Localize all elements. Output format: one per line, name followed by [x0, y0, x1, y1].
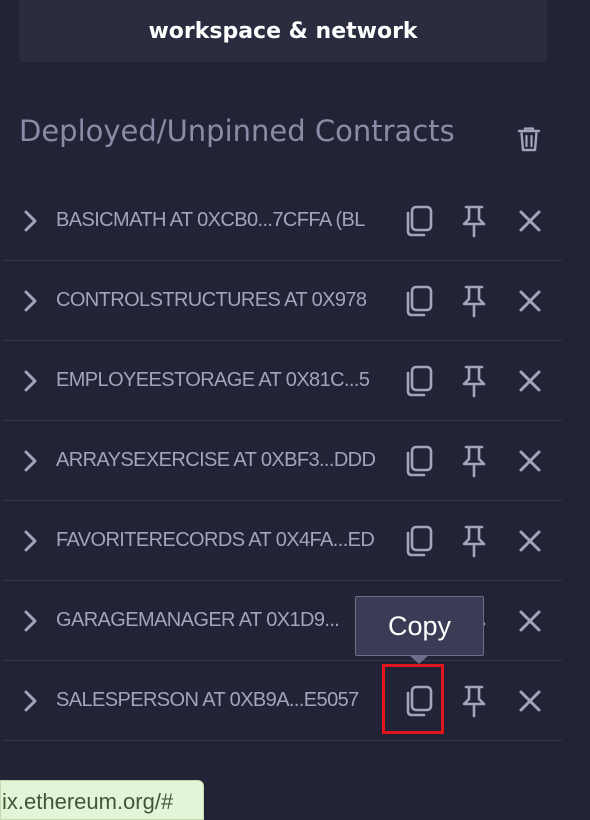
close-icon[interactable] [513, 284, 547, 318]
chevron-right-icon[interactable] [20, 448, 40, 474]
contract-label[interactable]: SALESPERSON AT 0XB9A...E5057 [56, 689, 386, 712]
pin-icon[interactable] [457, 684, 491, 718]
contract-row[interactable]: BASICMATH AT 0XCB0...7CFFA (BL [4, 181, 562, 261]
banner-text: workspace & network [148, 18, 418, 44]
tooltip-arrow [409, 655, 429, 664]
contract-row[interactable]: EMPLOYEESTORAGE AT 0X81C...5 [4, 341, 562, 421]
pin-icon[interactable] [457, 524, 491, 558]
chevron-right-icon[interactable] [20, 368, 40, 394]
status-url-text: ix.ethereum.org/# [2, 789, 174, 814]
copy-tooltip: Copy [355, 596, 484, 656]
close-icon[interactable] [513, 524, 547, 558]
chevron-right-icon[interactable] [20, 288, 40, 314]
copy-icon[interactable] [402, 524, 436, 558]
copy-icon[interactable] [402, 204, 436, 238]
contract-row[interactable]: ARRAYSEXERCISE AT 0XBF3...DDD [4, 421, 562, 501]
copy-icon[interactable] [402, 364, 436, 398]
close-icon[interactable] [513, 364, 547, 398]
contract-row[interactable]: FAVORITERECORDS AT 0X4FA...ED [4, 501, 562, 581]
chevron-right-icon[interactable] [20, 208, 40, 234]
status-bar-url: ix.ethereum.org/# [0, 780, 204, 820]
close-icon[interactable] [513, 204, 547, 238]
close-icon[interactable] [513, 444, 547, 478]
contract-label[interactable]: ARRAYSEXERCISE AT 0XBF3...DDD [56, 449, 378, 472]
contract-label[interactable]: CONTROLSTRUCTURES AT 0X978 [56, 289, 378, 312]
copy-button-highlight [382, 664, 444, 734]
trash-icon[interactable] [516, 125, 542, 153]
contract-row[interactable]: SALESPERSON AT 0XB9A...E5057 [4, 661, 562, 741]
contract-label[interactable]: EMPLOYEESTORAGE AT 0X81C...5 [56, 369, 378, 392]
close-icon[interactable] [513, 684, 547, 718]
close-icon[interactable] [513, 604, 547, 638]
pin-icon[interactable] [457, 364, 491, 398]
workspace-network-banner[interactable]: workspace & network [19, 0, 547, 62]
contract-label[interactable]: GARAGEMANAGER AT 0X1D9... [56, 609, 378, 632]
contract-row[interactable]: CONTROLSTRUCTURES AT 0X978 [4, 261, 562, 341]
section-title: Deployed/Unpinned Contracts [19, 114, 455, 148]
copy-icon[interactable] [402, 444, 436, 478]
chevron-right-icon[interactable] [20, 688, 40, 714]
tooltip-text: Copy [387, 610, 452, 641]
contract-label[interactable]: BASICMATH AT 0XCB0...7CFFA (BL [56, 209, 378, 232]
chevron-right-icon[interactable] [20, 608, 40, 634]
deployed-contracts-list: BASICMATH AT 0XCB0...7CFFA (BL CONTROLST… [4, 181, 562, 741]
contract-label[interactable]: FAVORITERECORDS AT 0X4FA...ED [56, 529, 378, 552]
pin-icon[interactable] [457, 284, 491, 318]
copy-icon[interactable] [402, 284, 436, 318]
chevron-right-icon[interactable] [20, 528, 40, 554]
pin-icon[interactable] [457, 204, 491, 238]
pin-icon[interactable] [457, 444, 491, 478]
